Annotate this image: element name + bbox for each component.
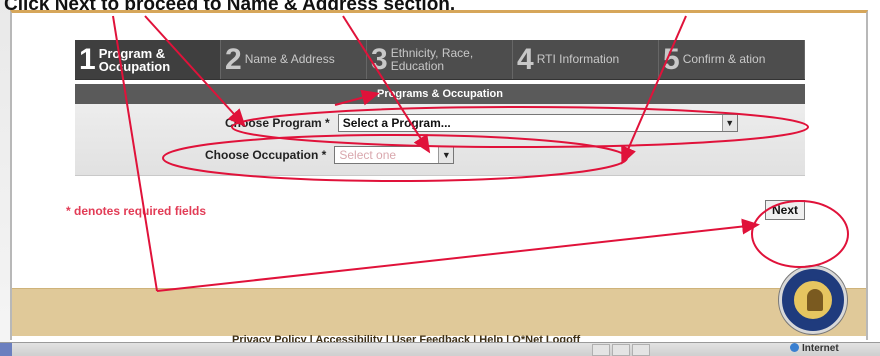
globe-icon (790, 343, 799, 352)
arrow-to-program (144, 15, 246, 127)
browser-status-bar: Internet (0, 342, 880, 356)
zone-label: Internet (802, 343, 839, 354)
program-highlight-ellipse (231, 106, 809, 148)
status-cell (592, 344, 610, 356)
arrow-line-bottom (156, 218, 760, 292)
arrow-line-left (112, 15, 158, 292)
arrow-to-occupation (342, 15, 431, 154)
occupation-highlight-ellipse (162, 134, 628, 182)
status-cell (612, 344, 630, 356)
security-zone: Internet (790, 343, 839, 354)
annotation-overlay (112, 15, 849, 292)
next-highlight-ellipse (751, 200, 849, 268)
status-corner (0, 343, 12, 356)
arrow-to-next (621, 15, 687, 165)
arrow-line-highlight (334, 89, 380, 106)
status-cell (632, 344, 650, 356)
